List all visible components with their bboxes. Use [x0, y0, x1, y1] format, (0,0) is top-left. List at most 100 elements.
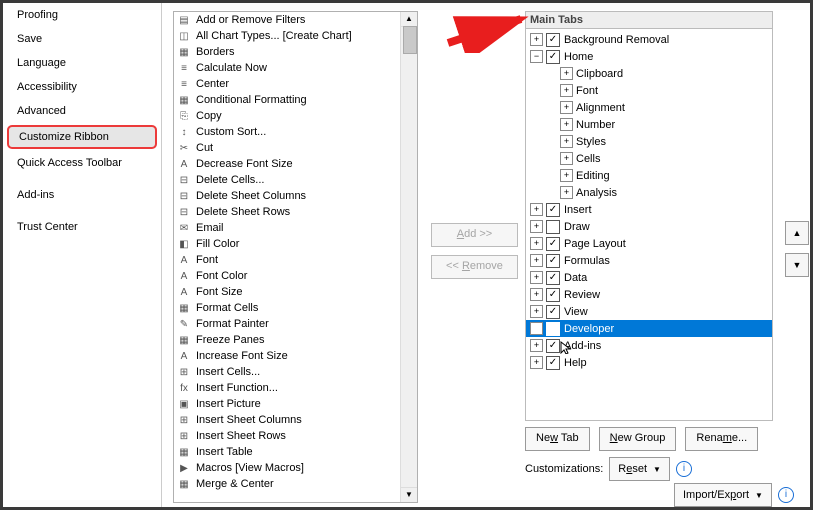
checkbox[interactable] — [546, 322, 560, 336]
sidebar-item-quick-access[interactable]: Quick Access Toolbar — [3, 151, 161, 175]
checkbox[interactable] — [546, 305, 560, 319]
command-row[interactable]: ⊞Insert Sheet Rows — [174, 428, 417, 444]
expand-icon[interactable]: + — [530, 356, 543, 369]
expand-icon[interactable]: + — [530, 220, 543, 233]
tree-row[interactable]: +Number — [526, 116, 772, 133]
expand-icon[interactable]: + — [530, 271, 543, 284]
new-group-button[interactable]: New GroupNew Group — [599, 427, 677, 451]
expand-icon[interactable]: + — [560, 186, 573, 199]
expand-icon[interactable]: + — [530, 254, 543, 267]
command-row[interactable]: ⊞Insert Cells... — [174, 364, 417, 380]
expand-icon[interactable]: + — [560, 101, 573, 114]
expand-icon[interactable]: + — [530, 322, 543, 335]
checkbox[interactable] — [546, 237, 560, 251]
command-row[interactable]: ADecrease Font Size — [174, 156, 417, 172]
command-row[interactable]: ◧Fill Color▸ — [174, 236, 417, 252]
tree-row[interactable]: +Styles — [526, 133, 772, 150]
command-row[interactable]: AFont Color▸ — [174, 268, 417, 284]
tree-row[interactable]: +Draw — [526, 218, 772, 235]
scroll-down-icon[interactable]: ▼ — [401, 487, 417, 502]
command-row[interactable]: ◫All Chart Types... [Create Chart] — [174, 28, 417, 44]
sidebar-item-language[interactable]: Language — [3, 51, 161, 75]
tree-row[interactable]: −Home — [526, 48, 772, 65]
sidebar-item-addins[interactable]: Add-ins — [3, 183, 161, 207]
checkbox[interactable] — [546, 356, 560, 370]
command-row[interactable]: ≡Center — [174, 76, 417, 92]
remove-button[interactable]: << Remove<< Remove — [431, 255, 518, 279]
tree-row[interactable]: +Analysis — [526, 184, 772, 201]
command-row[interactable]: ⊟Delete Cells... — [174, 172, 417, 188]
move-up-button[interactable]: ▲ — [785, 221, 809, 245]
command-row[interactable]: ▦Merge & Center▸ — [174, 476, 417, 492]
tree-row[interactable]: +Editing — [526, 167, 772, 184]
tree-row[interactable]: +Cells — [526, 150, 772, 167]
add-button[interactable]: Add >>Add >> — [431, 223, 518, 247]
expand-icon[interactable]: + — [530, 305, 543, 318]
command-row[interactable]: AFont SizeI▸ — [174, 284, 417, 300]
command-row[interactable]: ▦Insert Table — [174, 444, 417, 460]
command-row[interactable]: ⊟Delete Sheet Rows — [174, 204, 417, 220]
expand-icon[interactable]: + — [530, 339, 543, 352]
command-row[interactable]: ↕Custom Sort... — [174, 124, 417, 140]
tree-row[interactable]: +Page Layout — [526, 235, 772, 252]
sidebar-item-advanced[interactable]: Advanced — [3, 99, 161, 123]
tree-row[interactable]: +Data — [526, 269, 772, 286]
info-icon[interactable]: i — [778, 487, 794, 503]
import-export-dropdown[interactable]: Import/Export▼Import/Export — [674, 483, 772, 507]
expand-icon[interactable]: + — [560, 169, 573, 182]
expand-icon[interactable]: + — [560, 84, 573, 97]
tree-row[interactable]: +Help — [526, 354, 772, 371]
command-row[interactable]: ⊞Insert Sheet Columns — [174, 412, 417, 428]
command-row[interactable]: ✂Cut — [174, 140, 417, 156]
expand-icon[interactable]: + — [560, 67, 573, 80]
scrollbar[interactable]: ▲ ▼ — [400, 12, 417, 502]
command-row[interactable]: ⎘Copy — [174, 108, 417, 124]
command-list[interactable]: ▤Add or Remove Filters◫All Chart Types..… — [173, 11, 418, 503]
command-row[interactable]: ▦Conditional Formatting▸ — [174, 92, 417, 108]
scroll-thumb[interactable] — [403, 26, 417, 54]
command-row[interactable]: ✎Format Painter — [174, 316, 417, 332]
expand-icon[interactable]: + — [530, 237, 543, 250]
command-row[interactable]: ✉Email — [174, 220, 417, 236]
command-row[interactable]: fxInsert Function... — [174, 380, 417, 396]
command-row[interactable]: ≡Calculate Now — [174, 60, 417, 76]
sidebar-item-save[interactable]: Save — [3, 27, 161, 51]
sidebar-item-accessibility[interactable]: Accessibility — [3, 75, 161, 99]
new-tab-button[interactable]: New TabNew Tab — [525, 427, 590, 451]
checkbox[interactable] — [546, 50, 560, 64]
checkbox[interactable] — [546, 339, 560, 353]
tree-row[interactable]: +Insert — [526, 201, 772, 218]
checkbox[interactable] — [546, 33, 560, 47]
tree-row[interactable]: +Clipboard — [526, 65, 772, 82]
main-tabs-tree[interactable]: +Background Removal−Home+Clipboard+Font+… — [525, 29, 773, 421]
tree-row[interactable]: +Font — [526, 82, 772, 99]
sidebar-item-trust-center[interactable]: Trust Center — [3, 215, 161, 239]
command-row[interactable]: AIncrease Font Size — [174, 348, 417, 364]
move-down-button[interactable]: ▼ — [785, 253, 809, 277]
sidebar-item-proofing[interactable]: Proofing — [3, 3, 161, 27]
tree-row[interactable]: +View — [526, 303, 772, 320]
expand-icon[interactable]: + — [530, 288, 543, 301]
command-row[interactable]: AFontI▸ — [174, 252, 417, 268]
tree-row[interactable]: +Alignment — [526, 99, 772, 116]
command-row[interactable]: ▤Add or Remove Filters — [174, 12, 417, 28]
info-icon[interactable]: i — [676, 461, 692, 477]
command-row[interactable]: ▦Freeze Panes▸ — [174, 332, 417, 348]
checkbox[interactable] — [546, 203, 560, 217]
command-row[interactable]: ▦Format Cells — [174, 300, 417, 316]
scroll-up-icon[interactable]: ▲ — [401, 12, 417, 27]
expand-icon[interactable]: + — [560, 152, 573, 165]
tree-row[interactable]: +Formulas — [526, 252, 772, 269]
checkbox[interactable] — [546, 288, 560, 302]
checkbox[interactable] — [546, 254, 560, 268]
tree-row[interactable]: +Background Removal — [526, 31, 772, 48]
tree-row[interactable]: +Developer — [526, 320, 772, 337]
command-row[interactable]: ▦Borders|▸ — [174, 44, 417, 60]
sidebar-item-customize-ribbon[interactable]: Customize Ribbon — [7, 125, 157, 149]
checkbox[interactable] — [546, 220, 560, 234]
expand-icon[interactable]: + — [530, 203, 543, 216]
tree-row[interactable]: +Add-ins — [526, 337, 772, 354]
rename-button[interactable]: Rename...Rename... — [685, 427, 758, 451]
reset-dropdown[interactable]: Reset▼Reset — [609, 457, 670, 481]
command-row[interactable]: ▣Insert Picture — [174, 396, 417, 412]
